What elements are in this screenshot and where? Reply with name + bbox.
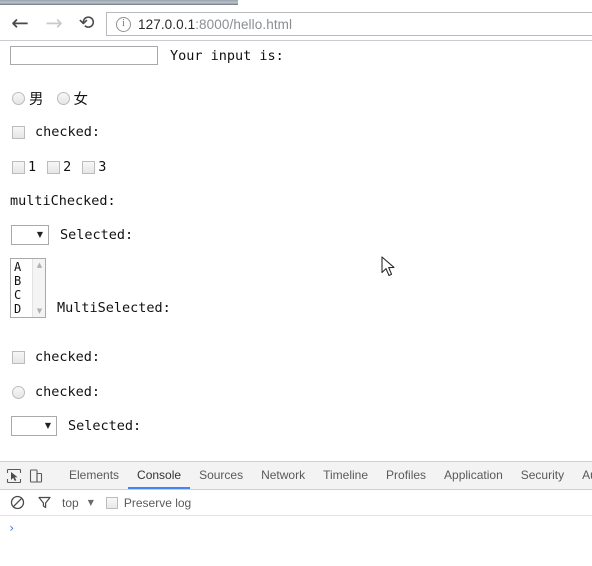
- forward-arrow-icon: →: [45, 10, 63, 35]
- tab-audits[interactable]: Aud: [573, 462, 592, 489]
- forward-button[interactable]: →: [40, 9, 68, 37]
- chevron-down-icon-2: ▼: [44, 421, 51, 430]
- scroll-up-arrow-icon[interactable]: ▲: [33, 259, 45, 271]
- tab-profiles[interactable]: Profiles: [377, 462, 435, 489]
- listbox-options: A B C D: [14, 260, 21, 316]
- checkbox-1-label: 1: [28, 159, 37, 175]
- multiselect-row: A B C D ▲ ▼ MultiSelected:: [10, 258, 171, 318]
- select-bottom-label: Selected:: [68, 418, 142, 434]
- checkbox-single[interactable]: [12, 125, 25, 139]
- console-prompt-icon: ›: [8, 521, 16, 535]
- checkbox-1[interactable]: [12, 160, 25, 174]
- checkbox-bottom[interactable]: [12, 350, 25, 364]
- bottom-radio-row: checked:: [12, 384, 100, 400]
- checkbox-group-row: 1 2 3: [12, 159, 106, 175]
- checkbox-3[interactable]: [82, 160, 96, 174]
- select-bottom[interactable]: ▼: [11, 416, 57, 436]
- bottom-checkbox-row: checked:: [12, 349, 100, 365]
- radio-male-label: 男: [29, 92, 44, 108]
- preserve-log-label[interactable]: Preserve log: [124, 496, 191, 510]
- tab-network[interactable]: Network: [252, 462, 314, 489]
- listbox-option-b[interactable]: B: [14, 274, 21, 288]
- clear-console-icon[interactable]: [7, 493, 27, 513]
- url-text: 127.0.0.1:8000/hello.html: [138, 17, 292, 32]
- address-bar[interactable]: i 127.0.0.1:8000/hello.html: [106, 12, 592, 36]
- tab-security[interactable]: Security: [512, 462, 573, 489]
- devtools-panel: Elements Console Sources Network Timelin…: [0, 461, 592, 566]
- filter-funnel-icon[interactable]: [34, 493, 54, 513]
- radio-female-label: 女: [73, 92, 89, 108]
- page-content: Your input is: 男 女 checked: 1 2 3 multiC…: [0, 42, 592, 461]
- reload-button[interactable]: ⟳: [73, 9, 101, 37]
- back-button[interactable]: ←: [6, 9, 34, 37]
- radio-bottom-label: checked:: [35, 384, 101, 400]
- site-info-icon[interactable]: i: [116, 16, 131, 32]
- text-input[interactable]: [10, 46, 158, 65]
- console-filter-bar: top ▼ Preserve log: [0, 490, 592, 516]
- multi-checked-row: multiChecked:: [10, 193, 116, 209]
- text-input-row: Your input is:: [10, 46, 284, 65]
- device-toolbar-icon[interactable]: [28, 465, 44, 487]
- console-context-selector[interactable]: top: [62, 496, 79, 510]
- context-caret-down-icon[interactable]: ▼: [88, 498, 94, 507]
- back-arrow-icon: ←: [11, 10, 29, 35]
- listbox-scrollbar[interactable]: ▲ ▼: [32, 259, 45, 317]
- checkbox-bottom-label: checked:: [35, 349, 101, 365]
- scroll-down-arrow-icon[interactable]: ▼: [33, 305, 45, 317]
- select-single-label: Selected:: [60, 227, 134, 243]
- browser-toolbar: ← → ⟳ i 127.0.0.1:8000/hello.html: [0, 5, 592, 41]
- radio-female[interactable]: [56, 92, 70, 105]
- radio-male[interactable]: [12, 92, 25, 105]
- tab-application[interactable]: Application: [435, 462, 512, 489]
- browser-window: ← → ⟳ i 127.0.0.1:8000/hello.html Your i…: [0, 0, 592, 566]
- checkbox-2[interactable]: [47, 160, 61, 174]
- console-output-area[interactable]: ›: [0, 516, 592, 566]
- preserve-log-checkbox[interactable]: [105, 496, 118, 509]
- multi-checked-label: multiChecked:: [10, 193, 116, 209]
- select-single[interactable]: ▼: [11, 225, 49, 245]
- listbox-option-d[interactable]: D: [14, 302, 21, 316]
- listbox-option-c[interactable]: C: [14, 288, 21, 302]
- checkbox-2-label: 2: [63, 159, 72, 175]
- reload-icon: ⟳: [79, 11, 95, 34]
- gender-radio-row: 男 女: [12, 88, 88, 109]
- url-host: 127.0.0.1: [138, 16, 196, 32]
- inspect-element-icon[interactable]: [6, 465, 22, 487]
- checkbox-3-label: 3: [98, 159, 107, 175]
- select-bottom-row: ▼ Selected:: [11, 416, 141, 436]
- tab-timeline[interactable]: Timeline: [314, 462, 377, 489]
- checkbox-single-label: checked:: [35, 124, 101, 140]
- tab-sources[interactable]: Sources: [190, 462, 252, 489]
- listbox-multiselect[interactable]: A B C D ▲ ▼: [10, 258, 46, 318]
- listbox-option-a[interactable]: A: [14, 260, 21, 274]
- single-checkbox-row: checked:: [12, 124, 100, 140]
- multi-selected-label: MultiSelected:: [57, 300, 171, 316]
- url-path: :8000/hello.html: [195, 16, 293, 32]
- text-input-label: Your input is:: [170, 47, 284, 64]
- radio-bottom[interactable]: [12, 385, 25, 399]
- chevron-down-icon: ▼: [36, 230, 43, 239]
- tab-console[interactable]: Console: [128, 462, 190, 489]
- select-single-row: ▼ Selected:: [11, 225, 133, 245]
- tab-elements[interactable]: Elements: [60, 462, 128, 489]
- devtools-tabbar: Elements Console Sources Network Timelin…: [0, 462, 592, 490]
